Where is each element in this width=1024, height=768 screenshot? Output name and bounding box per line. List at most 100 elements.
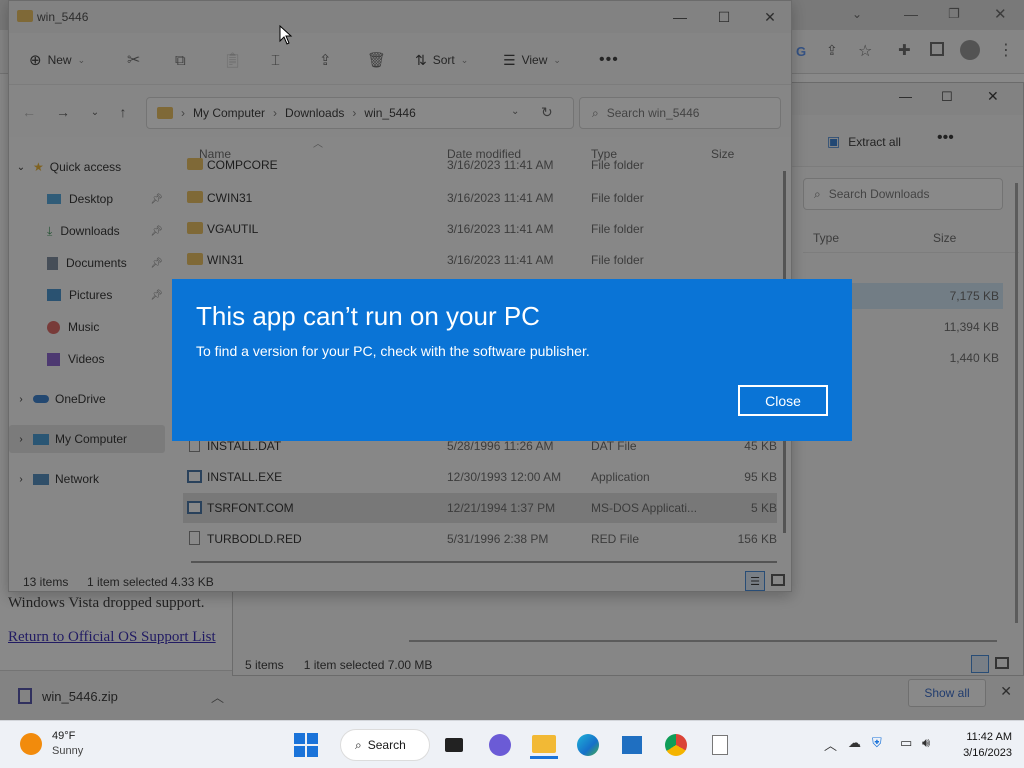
restore-icon[interactable]: ❐ [948, 6, 960, 22]
details-view-icon[interactable] [971, 655, 989, 673]
recent-chevron-icon[interactable]: ⌄ [83, 101, 107, 123]
sort-icon: ⇅ [415, 51, 427, 68]
more-options-icon[interactable]: ••• [599, 47, 619, 73]
file-type: File folder [591, 158, 644, 172]
nav-desktop[interactable]: Desktop 📌︎ [9, 185, 169, 213]
download-item[interactable]: win_5446.zip ︿ [8, 677, 234, 715]
shelf-close-icon[interactable]: ✕ [1000, 683, 1012, 700]
table-row[interactable]: VGAUTIL 3/16/2023 11:41 AM File folder [183, 214, 777, 244]
share-icon[interactable]: ⇪ [826, 42, 838, 59]
edge-button[interactable] [574, 731, 602, 759]
google-icon[interactable]: G [796, 44, 806, 59]
cut-icon[interactable]: ✂ [127, 47, 140, 73]
nav-my-computer[interactable]: › My Computer [9, 425, 165, 453]
volume-icon[interactable]: 🔊︎ [922, 735, 930, 751]
clock-time: 11:42 AM [966, 731, 1012, 743]
e2-maximize-icon[interactable]: ☐ [941, 89, 953, 105]
nav-network[interactable]: › Network [9, 465, 169, 493]
search-input[interactable]: ⌕ Search win_5446 [579, 97, 781, 129]
table-row[interactable]: TURBODLD.RED 5/31/1996 2:38 PM RED File … [183, 524, 777, 554]
sort-button[interactable]: ⇅ Sort ⌄ [415, 47, 468, 73]
sidepanel-icon[interactable] [930, 42, 944, 56]
paste-icon[interactable]: 📋︎ [223, 47, 242, 73]
forward-arrow-icon[interactable]: → [51, 101, 75, 123]
show-all-button[interactable]: Show all [908, 679, 986, 707]
tiles-view-icon[interactable] [995, 657, 1009, 669]
network-icon[interactable]: ▭ [900, 735, 912, 751]
tiles-view-icon[interactable] [771, 574, 785, 586]
minimize-icon[interactable]: — [904, 6, 918, 22]
file-explorer-button[interactable] [530, 731, 558, 759]
new-button[interactable]: ⊕ New ⌄ [29, 47, 85, 73]
up-arrow-icon[interactable]: ↑ [111, 101, 135, 123]
nav-music[interactable]: Music [9, 313, 169, 341]
tray-chevron-up-icon[interactable]: ︿ [824, 735, 837, 754]
e2-close-icon[interactable]: ✕ [987, 88, 999, 105]
file-name: INSTALL.DAT [207, 439, 282, 453]
file-date: 3/16/2023 11:41 AM [447, 191, 554, 205]
maximize-icon[interactable]: ☐ [701, 1, 747, 33]
chrome-button[interactable] [662, 731, 690, 759]
taskbar-search[interactable]: ⌕ Search [340, 729, 430, 761]
pin-icon[interactable]: 📌︎ [150, 226, 163, 237]
tab-search-icon[interactable]: ⌄ [852, 7, 862, 21]
table-row[interactable]: INSTALL.EXE 12/30/1993 12:00 AM Applicat… [183, 462, 777, 492]
menu-kebab-icon[interactable]: ⋮ [998, 40, 1014, 60]
store-button[interactable] [618, 731, 646, 759]
nav-downloads[interactable]: ⤓ Downloads 📌︎ [9, 217, 169, 245]
rename-icon[interactable]: ⌶ [271, 47, 280, 73]
close-icon[interactable]: ✕ [747, 1, 793, 33]
extensions-icon[interactable]: ✚ [898, 41, 911, 59]
pin-icon[interactable]: 📌︎ [150, 194, 163, 205]
e2-col-size[interactable]: Size [933, 231, 956, 245]
e2-column-header: Type Size [803, 223, 1019, 253]
close-button[interactable]: Close [738, 385, 828, 416]
nav-quick-access[interactable]: ⌄ ★ Quick access [9, 153, 169, 181]
extract-all-button[interactable]: ▣ Extract all [827, 133, 901, 150]
task-view-button[interactable] [440, 731, 468, 759]
share-icon[interactable]: ⇪ [319, 47, 332, 73]
weather-widget[interactable]: 49°F Sunny [20, 729, 83, 759]
e2-more-icon[interactable]: ••• [937, 129, 954, 147]
nav-documents[interactable]: Documents 📌︎ [9, 249, 169, 277]
chevron-up-icon[interactable]: ︿ [211, 687, 224, 706]
nav-pictures[interactable]: Pictures 📌︎ [9, 281, 169, 309]
e2-h-scrollbar[interactable] [409, 640, 997, 642]
breadcrumb-my-computer[interactable]: My Computer [193, 106, 265, 120]
chat-button[interactable] [486, 731, 514, 759]
e2-col-type[interactable]: Type [813, 231, 839, 245]
table-row[interactable]: WIN31 3/16/2023 11:41 AM File folder [183, 245, 777, 275]
start-button[interactable] [292, 731, 320, 759]
onedrive-off-icon[interactable]: ☁ [848, 735, 861, 751]
details-view-icon[interactable]: ☰ [745, 571, 765, 591]
e2-search-input[interactable]: ⌕ Search Downloads [803, 178, 1003, 210]
table-row[interactable]: CWIN31 3/16/2023 11:41 AM File folder [183, 183, 777, 213]
file-button[interactable] [706, 731, 734, 759]
horizontal-scrollbar[interactable] [191, 561, 777, 563]
breadcrumb-win5446[interactable]: win_5446 [364, 106, 415, 120]
breadcrumb-downloads[interactable]: Downloads [285, 106, 344, 120]
nav-onedrive[interactable]: › OneDrive [9, 385, 169, 413]
address-dropdown-icon[interactable]: ⌄ [511, 106, 519, 117]
defender-icon[interactable]: ⛨ [872, 735, 882, 751]
e2-minimize-icon[interactable]: — [899, 89, 912, 104]
close-icon[interactable]: ✕ [994, 5, 1007, 23]
minimize-icon[interactable]: — [657, 1, 703, 33]
nav-label: Pictures [69, 288, 113, 302]
view-button[interactable]: ☰ View ⌄ [503, 47, 561, 73]
back-arrow-icon[interactable]: ← [17, 101, 41, 123]
table-row[interactable]: TSRFONT.COM 12/21/1994 1:37 PM MS-DOS Ap… [183, 493, 777, 523]
pin-icon[interactable]: 📌︎ [150, 258, 163, 269]
clock[interactable]: 11:42 AM 3/16/2023 [963, 729, 1012, 761]
address-bar[interactable]: › My Computer › Downloads › win_5446 ⌄ ↻ [146, 97, 574, 129]
nav-videos[interactable]: Videos [9, 345, 169, 373]
refresh-icon[interactable]: ↻ [541, 104, 553, 121]
copy-icon[interactable]: ⧉ [175, 47, 186, 73]
table-row[interactable]: COMPCORE 3/16/2023 11:41 AM File folder [183, 156, 777, 174]
os-support-link[interactable]: Return to Official OS Support List [8, 629, 216, 646]
delete-icon[interactable]: 🗑︎ [367, 47, 386, 73]
bookmark-star-icon[interactable]: ☆ [858, 41, 872, 61]
e2-v-scrollbar[interactable] [1015, 183, 1018, 623]
pin-icon[interactable]: 📌︎ [150, 290, 163, 301]
profile-avatar-icon[interactable] [960, 40, 980, 60]
